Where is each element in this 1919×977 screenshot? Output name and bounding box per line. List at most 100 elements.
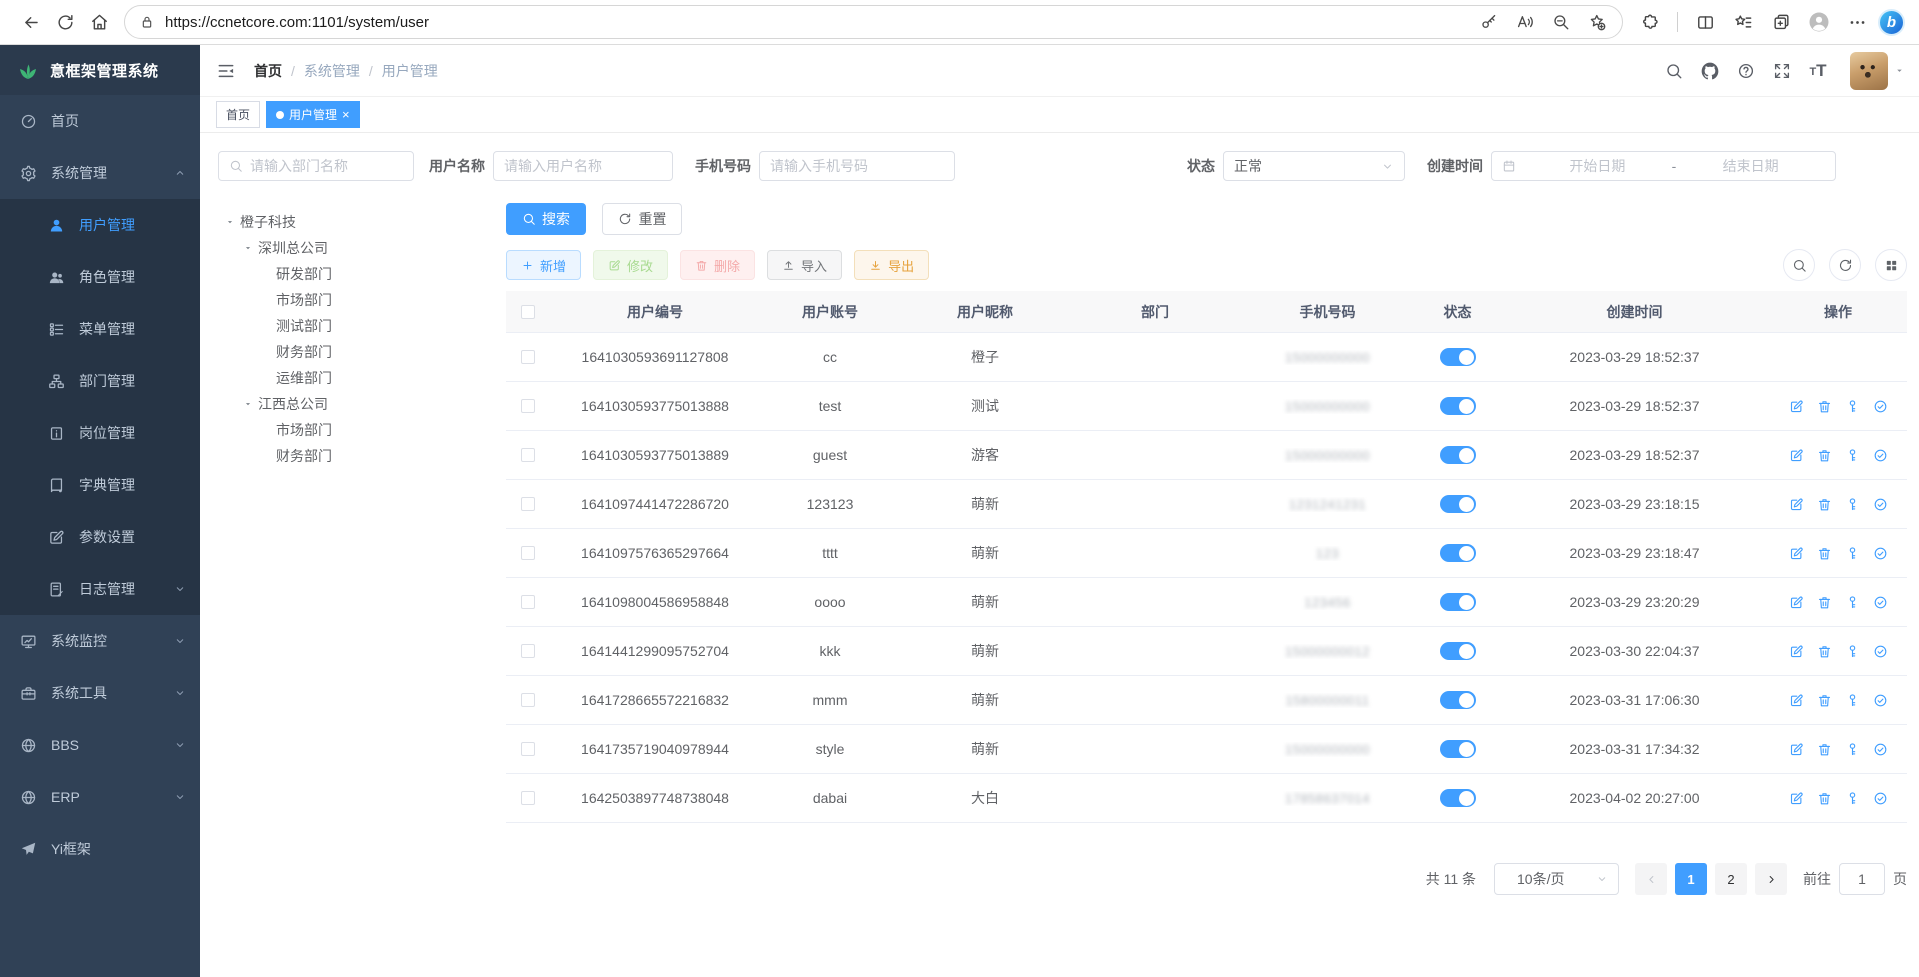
row-edit-icon[interactable] (1789, 791, 1804, 806)
sidebar-item-erp[interactable]: ERP (0, 771, 200, 823)
row-reset-password-icon[interactable] (1845, 693, 1860, 708)
row-check-icon[interactable] (1873, 693, 1888, 708)
username-field[interactable] (504, 158, 662, 174)
row-checkbox[interactable] (521, 399, 535, 413)
tree-node[interactable]: 财务部门 (218, 443, 506, 469)
sidebar-item-role-management[interactable]: 角色管理 (0, 251, 200, 303)
column-search-button[interactable] (1783, 249, 1815, 281)
read-aloud-button[interactable] (1510, 7, 1540, 37)
status-toggle[interactable] (1440, 544, 1476, 562)
row-reset-password-icon[interactable] (1845, 595, 1860, 610)
add-button[interactable]: 新增 (506, 250, 581, 280)
favorites-button[interactable] (1726, 5, 1760, 39)
tree-node[interactable]: 测试部门 (218, 313, 506, 339)
row-reset-password-icon[interactable] (1845, 742, 1860, 757)
prev-page-button[interactable] (1635, 863, 1667, 895)
url-text[interactable]: https://ccnetcore.com:1101/system/user (165, 14, 1468, 31)
row-reset-password-icon[interactable] (1845, 448, 1860, 463)
caret-down-icon[interactable] (242, 399, 254, 409)
import-button[interactable]: 导入 (767, 250, 842, 280)
status-toggle[interactable] (1440, 397, 1476, 415)
status-select[interactable]: 正常 (1223, 151, 1405, 181)
tree-node[interactable]: 运维部门 (218, 365, 506, 391)
row-edit-icon[interactable] (1789, 497, 1804, 512)
user-avatar[interactable] (1850, 52, 1888, 90)
row-edit-icon[interactable] (1789, 546, 1804, 561)
status-toggle[interactable] (1440, 789, 1476, 807)
collections-button[interactable] (1764, 5, 1798, 39)
sidebar-item-log-management[interactable]: 日志管理 (0, 563, 200, 615)
row-checkbox[interactable] (521, 644, 535, 658)
browser-refresh-button[interactable] (48, 5, 82, 39)
status-toggle[interactable] (1440, 642, 1476, 660)
row-check-icon[interactable] (1873, 546, 1888, 561)
reset-button[interactable]: 重置 (602, 203, 682, 235)
row-check-icon[interactable] (1873, 644, 1888, 659)
row-check-icon[interactable] (1873, 497, 1888, 512)
browser-home-button[interactable] (82, 5, 116, 39)
add-favorite-button[interactable] (1582, 7, 1612, 37)
edit-button[interactable]: 修改 (593, 250, 668, 280)
page-button-1[interactable]: 1 (1675, 863, 1707, 895)
tree-node[interactable]: 市场部门 (218, 417, 506, 443)
address-bar[interactable]: https://ccnetcore.com:1101/system/user (124, 5, 1623, 39)
export-button[interactable]: 导出 (854, 250, 929, 280)
split-screen-button[interactable] (1688, 5, 1722, 39)
zoom-out-button[interactable] (1546, 7, 1576, 37)
status-toggle[interactable] (1440, 495, 1476, 513)
dept-search-input[interactable] (218, 151, 414, 181)
row-delete-icon[interactable] (1817, 742, 1832, 757)
sidebar-item-dept-management[interactable]: 部门管理 (0, 355, 200, 407)
sidebar-item-yi-framework[interactable]: Yi框架 (0, 823, 200, 875)
sidebar-collapse-button[interactable] (216, 61, 236, 81)
row-checkbox[interactable] (521, 742, 535, 756)
date-end-placeholder[interactable]: 结束日期 (1676, 156, 1825, 176)
row-checkbox[interactable] (521, 791, 535, 805)
row-check-icon[interactable] (1873, 595, 1888, 610)
help-button[interactable] (1728, 53, 1764, 89)
font-size-button[interactable]: TT (1800, 53, 1836, 89)
column-settings-button[interactable] (1875, 249, 1907, 281)
phone-input[interactable] (759, 151, 955, 181)
delete-button[interactable]: 删除 (680, 250, 755, 280)
row-reset-password-icon[interactable] (1845, 497, 1860, 512)
row-checkbox[interactable] (521, 350, 535, 364)
sidebar-item-bbs[interactable]: BBS (0, 719, 200, 771)
tab-user-management[interactable]: 用户管理 × (266, 101, 360, 128)
row-delete-icon[interactable] (1817, 693, 1832, 708)
tab-home[interactable]: 首页 (216, 101, 260, 128)
username-input[interactable] (493, 151, 673, 181)
row-edit-icon[interactable] (1789, 644, 1804, 659)
page-button-2[interactable]: 2 (1715, 863, 1747, 895)
sidebar-item-system-tools[interactable]: 系统工具 (0, 667, 200, 719)
row-delete-icon[interactable] (1817, 448, 1832, 463)
copilot-button[interactable]: b (1878, 9, 1905, 36)
sidebar-item-post-management[interactable]: 岗位管理 (0, 407, 200, 459)
sidebar-item-dict-management[interactable]: 字典管理 (0, 459, 200, 511)
row-delete-icon[interactable] (1817, 546, 1832, 561)
tree-node[interactable]: 财务部门 (218, 339, 506, 365)
tree-node[interactable]: 深圳总公司 (218, 235, 506, 261)
row-checkbox[interactable] (521, 448, 535, 462)
row-edit-icon[interactable] (1789, 693, 1804, 708)
header-search-button[interactable] (1656, 53, 1692, 89)
caret-down-icon[interactable] (242, 243, 254, 253)
fullscreen-button[interactable] (1764, 53, 1800, 89)
search-button[interactable]: 搜索 (506, 203, 586, 235)
row-delete-icon[interactable] (1817, 644, 1832, 659)
row-checkbox[interactable] (521, 497, 535, 511)
row-checkbox[interactable] (521, 595, 535, 609)
tree-node[interactable]: 研发部门 (218, 261, 506, 287)
breadcrumb-system[interactable]: 系统管理 (304, 61, 360, 81)
date-start-placeholder[interactable]: 开始日期 (1523, 156, 1672, 176)
password-key-button[interactable] (1474, 7, 1504, 37)
close-icon[interactable]: × (342, 108, 350, 121)
caret-down-icon[interactable] (224, 217, 236, 227)
table-refresh-button[interactable] (1829, 249, 1861, 281)
row-delete-icon[interactable] (1817, 791, 1832, 806)
status-toggle[interactable] (1440, 593, 1476, 611)
row-reset-password-icon[interactable] (1845, 546, 1860, 561)
row-edit-icon[interactable] (1789, 742, 1804, 757)
row-reset-password-icon[interactable] (1845, 399, 1860, 414)
tree-node[interactable]: 橙子科技 (218, 209, 506, 235)
